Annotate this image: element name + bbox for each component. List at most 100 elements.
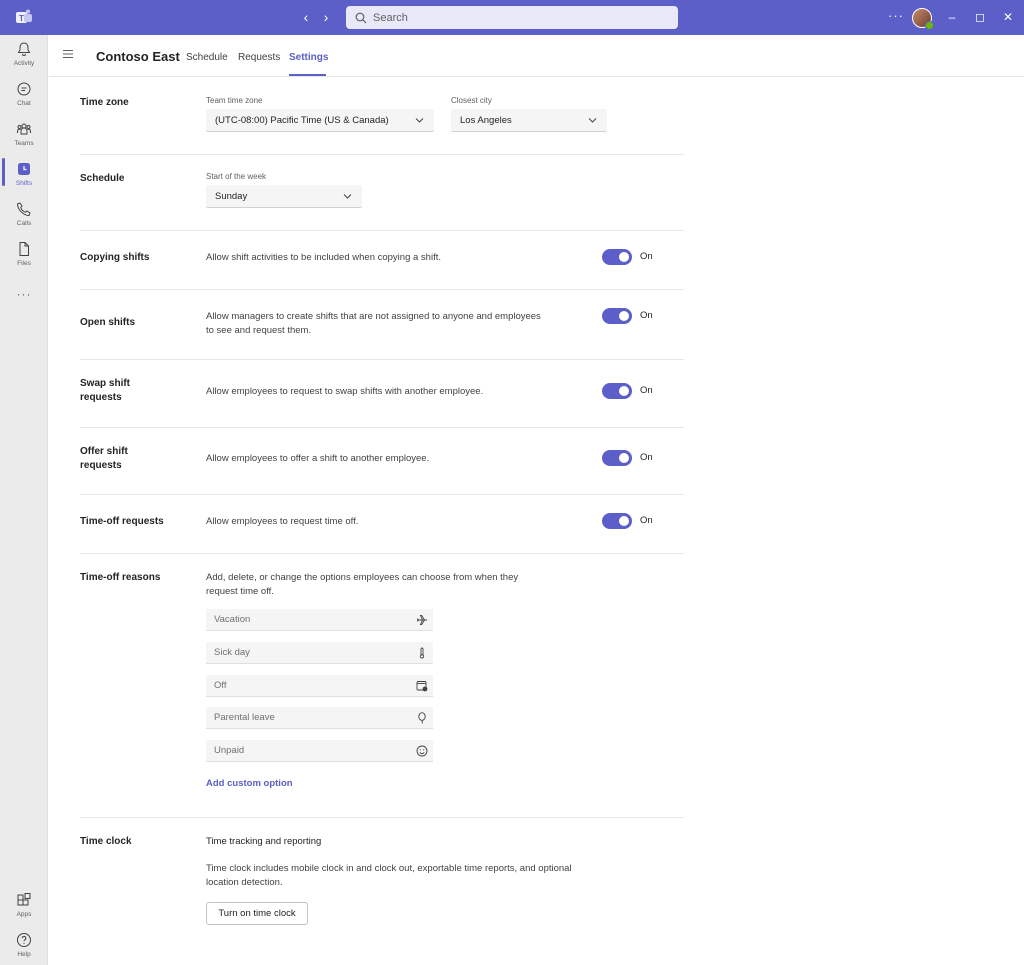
chat-icon <box>17 82 31 96</box>
chevron-down-icon <box>588 118 597 123</box>
time-off-reasons-description-line1: Add, delete, or change the options emplo… <box>206 572 519 583</box>
offer-shift-description: Allow employees to offer a shift to anot… <box>206 453 430 464</box>
time-clock-subheading: Time tracking and reporting <box>206 836 322 847</box>
team-time-zone-dropdown[interactable]: (UTC-08:00) Pacific Time (US & Canada) <box>206 109 434 132</box>
reason-field-off[interactable]: Off <box>206 675 433 697</box>
section-divider <box>80 427 684 428</box>
section-divider <box>80 154 684 155</box>
time-off-requests-toggle[interactable] <box>602 513 632 529</box>
tab-settings[interactable]: Settings <box>289 52 328 63</box>
section-divider <box>80 230 684 231</box>
swap-shift-heading-line1: Swap shift <box>80 378 131 389</box>
offer-shift-heading-line1: Offer shift <box>80 446 128 457</box>
apps-icon <box>17 893 31 906</box>
time-off-requests-state: On <box>640 515 653 526</box>
airplane-icon[interactable] <box>416 614 428 626</box>
reason-field-sick-day[interactable]: Sick day <box>206 642 433 664</box>
toggle-knob <box>619 386 629 396</box>
reason-field-vacation[interactable]: Vacation <box>206 609 433 631</box>
swap-shift-toggle[interactable] <box>602 383 632 399</box>
rail-item-apps[interactable]: Apps <box>0 892 48 928</box>
phone-icon <box>16 202 31 217</box>
open-shifts-state: On <box>640 310 653 321</box>
swap-shift-state: On <box>640 385 653 396</box>
swap-shift-heading-line2: requests <box>80 392 122 403</box>
copying-shifts-toggle[interactable] <box>602 249 632 265</box>
title-bar: T ‹ › Search ··· – ◻ ✕ <box>0 0 1024 35</box>
time-clock-heading: Time clock <box>80 836 132 847</box>
rail-label: Calls <box>16 220 32 227</box>
closest-city-dropdown[interactable]: Los Angeles <box>451 109 607 132</box>
toggle-knob <box>619 453 629 463</box>
presence-available-icon <box>925 21 934 30</box>
chevron-down-icon <box>415 118 424 123</box>
smiley-icon[interactable] <box>416 745 428 757</box>
app-header: Contoso East Schedule Requests Settings <box>49 35 1024 77</box>
close-icon[interactable]: ✕ <box>1000 9 1016 25</box>
reason-label: Parental leave <box>214 712 275 723</box>
tab-schedule[interactable]: Schedule <box>186 52 228 63</box>
team-time-zone-value: (UTC-08:00) Pacific Time (US & Canada) <box>215 114 389 126</box>
rail-item-calls[interactable]: Calls <box>0 201 48 237</box>
more-apps-icon[interactable]: ··· <box>0 287 48 301</box>
time-off-requests-heading: Time-off requests <box>80 516 164 527</box>
turn-on-time-clock-button[interactable]: Turn on time clock <box>206 902 308 925</box>
open-shifts-toggle[interactable] <box>602 308 632 324</box>
avatar[interactable] <box>912 8 934 30</box>
teams-icon <box>17 123 31 135</box>
calendar-off-icon[interactable] <box>416 680 428 692</box>
thermometer-icon[interactable] <box>416 647 428 659</box>
closest-city-value: Los Angeles <box>460 114 512 126</box>
swap-shift-description: Allow employees to request to swap shift… <box>206 386 484 397</box>
rail-label: Files <box>17 260 31 267</box>
forward-arrow-icon[interactable]: › <box>318 9 334 25</box>
back-arrow-icon[interactable]: ‹ <box>298 9 314 25</box>
time-off-reasons-heading: Time-off reasons <box>80 572 161 583</box>
reason-field-parental-leave[interactable]: Parental leave <box>206 707 433 729</box>
bell-icon <box>17 42 31 56</box>
hamburger-menu-icon[interactable] <box>62 48 74 60</box>
time-clock-description-line2: location detection. <box>206 877 283 888</box>
rail-label: Activity <box>13 60 35 67</box>
rail-item-files[interactable]: Files <box>0 241 48 277</box>
copying-shifts-description: Allow shift activities to be included wh… <box>206 252 441 263</box>
offer-shift-toggle[interactable] <box>602 450 632 466</box>
svg-text:T: T <box>19 14 24 23</box>
search-placeholder: Search <box>373 11 408 24</box>
help-icon <box>17 933 31 947</box>
closest-city-label: Closest city <box>451 96 492 105</box>
rail-label: Shifts <box>15 180 33 187</box>
schedule-heading: Schedule <box>80 173 125 184</box>
rail-label: Teams <box>14 140 34 147</box>
tab-requests[interactable]: Requests <box>238 52 280 63</box>
add-custom-option-link[interactable]: Add custom option <box>206 778 293 789</box>
more-options-icon[interactable]: ··· <box>888 8 904 23</box>
shifts-icon <box>18 163 30 175</box>
rail-item-shifts[interactable]: Shifts <box>0 161 48 197</box>
rail-item-help[interactable]: Help <box>0 932 48 965</box>
team-name: Contoso East <box>96 49 180 64</box>
rail-item-chat[interactable]: Chat <box>0 81 48 117</box>
toggle-knob <box>619 311 629 321</box>
start-of-week-dropdown[interactable]: Sunday <box>206 185 362 208</box>
toggle-knob <box>619 252 629 262</box>
section-divider <box>80 494 684 495</box>
time-off-reasons-description-line2: request time off. <box>206 586 274 597</box>
reason-label: Off <box>214 680 227 691</box>
maximize-icon[interactable]: ◻ <box>972 9 988 25</box>
reason-field-unpaid[interactable]: Unpaid <box>206 740 433 762</box>
open-shifts-heading: Open shifts <box>80 317 136 328</box>
rail-item-teams[interactable]: Teams <box>0 121 48 157</box>
file-icon <box>19 242 29 256</box>
search-input[interactable]: Search <box>346 6 678 29</box>
rail-item-activity[interactable]: Activity <box>0 41 48 77</box>
open-shifts-description-line2: to see and request them. <box>206 325 312 336</box>
balloon-icon[interactable] <box>416 712 428 724</box>
section-divider <box>80 289 684 290</box>
copying-shifts-heading: Copying shifts <box>80 252 150 263</box>
section-divider <box>80 817 684 818</box>
team-time-zone-label: Team time zone <box>206 96 263 105</box>
minimize-icon[interactable]: – <box>944 9 960 25</box>
offer-shift-state: On <box>640 452 653 463</box>
search-icon <box>355 12 367 23</box>
